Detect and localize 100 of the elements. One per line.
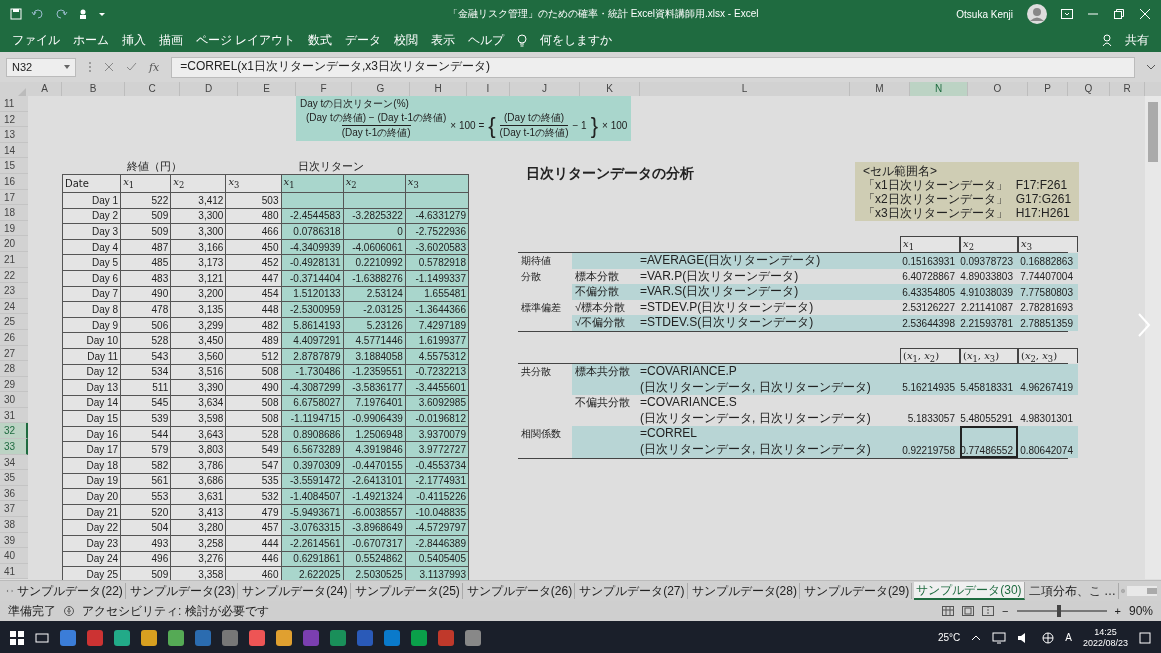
row-header[interactable]: 11: [0, 96, 28, 112]
sheet-tab[interactable]: 二項分布、こ …: [1026, 583, 1119, 599]
zoom-in-button[interactable]: +: [1114, 605, 1121, 617]
sheet-tab[interactable]: サンプルデータ(22): [15, 583, 126, 599]
row-header[interactable]: 18: [0, 205, 28, 221]
expand-icon[interactable]: [1147, 64, 1155, 70]
sheet-tab[interactable]: サンプルデータ(23): [127, 583, 239, 599]
row-header[interactable]: 40: [0, 548, 28, 564]
value-cell-text: 7.77580803: [1019, 285, 1074, 300]
zoom-out-button[interactable]: −: [1002, 605, 1009, 617]
app-icon[interactable]: [114, 629, 130, 646]
ribbon-tab[interactable]: 数式: [308, 31, 333, 49]
note-heading: <セル範囲名>: [863, 164, 938, 179]
task-view-icon[interactable]: [35, 630, 49, 645]
tell-me-field[interactable]: 何をしますか: [540, 31, 613, 49]
sheet-tab[interactable]: サンプルデータ(30): [914, 582, 1025, 600]
fraction-numerator: (Day tの終値): [504, 111, 565, 125]
check-icon[interactable]: [126, 62, 137, 72]
sheet-tab[interactable]: サンプルデータ(27): [577, 583, 688, 599]
sheet-tab[interactable]: サンプルデータ(28): [689, 583, 800, 599]
app-icon[interactable]: [438, 629, 454, 646]
horizontal-scrollbar[interactable]: [1127, 586, 1157, 596]
row-sublabel: 標本分散: [575, 269, 619, 282]
row-header[interactable]: 33: [0, 439, 28, 455]
row-header[interactable]: 35: [0, 470, 28, 486]
row-label: 分散: [521, 269, 541, 284]
app-icon[interactable]: [249, 629, 265, 646]
row-header[interactable]: 13: [0, 127, 28, 143]
row-header[interactable]: 25: [0, 314, 28, 330]
sheet-tab[interactable]: サンプルデータ(26): [464, 583, 576, 599]
value-cell-text: 2.21593781: [960, 316, 1014, 331]
avatar-icon[interactable]: [1027, 4, 1047, 24]
ribbon-tab[interactable]: ファイル: [12, 31, 60, 49]
row-header[interactable]: 20: [0, 236, 28, 252]
ribbon-tab[interactable]: 描画: [159, 31, 183, 49]
app-icon[interactable]: [168, 629, 184, 646]
app-icon[interactable]: [195, 629, 211, 646]
row-header[interactable]: 38: [0, 517, 28, 533]
row-header[interactable]: 23: [0, 283, 28, 299]
close-icon[interactable]: [1139, 9, 1151, 19]
accessibility-icon[interactable]: [64, 606, 74, 616]
value-cell-text: 0.15163931: [901, 254, 956, 269]
clock[interactable]: 14:25 2022/08/23: [1082, 626, 1128, 649]
column-label: x$_{2}$: [960, 236, 1018, 252]
normal-view-icon[interactable]: [942, 606, 955, 616]
notification-icon[interactable]: [1139, 631, 1151, 644]
row-sublabel: √標本分散: [575, 300, 626, 313]
redo-icon[interactable]: [54, 8, 68, 20]
sheet-tab[interactable]: サンプルデータ(25): [352, 583, 463, 599]
app-icon[interactable]: [465, 629, 481, 646]
app-icon[interactable]: [87, 629, 103, 646]
page-break-icon[interactable]: [982, 606, 995, 616]
app-icon[interactable]: [330, 629, 346, 646]
ribbon-tab[interactable]: 挿入: [122, 31, 146, 49]
row-sublabel: √不偏分散: [575, 316, 626, 329]
ribbon-tab[interactable]: データ: [345, 31, 382, 49]
row-header[interactable]: 28: [0, 361, 28, 377]
sheet-tab[interactable]: サンプルデータ(29): [801, 583, 913, 599]
zoom-slider-thumb[interactable]: [1056, 605, 1061, 617]
vertical-scrollbar[interactable]: [1145, 96, 1161, 580]
value-cell-text: 0.80642074: [1019, 443, 1074, 458]
ime-indicator[interactable]: A: [1065, 632, 1072, 643]
ribbon-tab[interactable]: 表示: [431, 31, 456, 49]
app-icon[interactable]: [411, 629, 427, 646]
value-cell-text: 4.98301301: [1019, 412, 1074, 427]
ribbon-tab[interactable]: ヘルプ: [468, 31, 505, 49]
app-icon[interactable]: [60, 629, 76, 646]
windows-start-icon[interactable]: [10, 630, 24, 645]
chevron-up-icon[interactable]: [971, 633, 982, 642]
value-cell-text: 4.96267419: [1019, 381, 1074, 396]
app-icon[interactable]: [384, 629, 400, 646]
weather-text[interactable]: 25°C: [937, 632, 961, 643]
page-layout-icon[interactable]: [962, 606, 975, 616]
restore-icon[interactable]: [1113, 9, 1125, 19]
user-name[interactable]: Otsuka Kenji: [956, 8, 1013, 20]
zoom-level[interactable]: 90%: [1128, 604, 1153, 618]
formula-field[interactable]: =CORREL(x1日次リターンデータ,x3日次リターンデータ): [171, 56, 1135, 78]
app-icon[interactable]: [141, 629, 157, 646]
ribbon-tab[interactable]: ページ レイアウト: [196, 31, 296, 49]
undo-icon[interactable]: [31, 8, 45, 20]
value-cell-text: 2.53644398: [901, 316, 956, 331]
app-icon[interactable]: [276, 629, 292, 646]
ribbon-tab[interactable]: 校閲: [394, 31, 419, 49]
globe-icon[interactable]: [1042, 631, 1055, 644]
app-icon[interactable]: [222, 629, 238, 646]
ribbon-display-icon[interactable]: [1061, 9, 1073, 19]
accessibility-status[interactable]: アクセシビリティ: 検討が必要です: [82, 602, 269, 620]
share-button[interactable]: 共有: [1125, 31, 1149, 49]
fraction-denominator: (Day t-1の終値): [499, 125, 569, 140]
person-icon[interactable]: [1102, 34, 1112, 46]
range-name: 「x2日次リターンデータ」: [863, 192, 1008, 207]
row-header[interactable]: 30: [0, 392, 28, 408]
insert-function-button[interactable]: fx: [149, 60, 160, 74]
ribbon-tab[interactable]: ホーム: [73, 31, 109, 49]
row-header[interactable]: 37: [0, 501, 28, 518]
row-header[interactable]: 15: [0, 158, 28, 174]
name-box[interactable]: N32: [6, 57, 76, 77]
row-header[interactable]: 32: [0, 423, 28, 440]
save-icon[interactable]: [10, 8, 22, 20]
sheet-tab[interactable]: サンプルデータ(24): [240, 583, 351, 599]
